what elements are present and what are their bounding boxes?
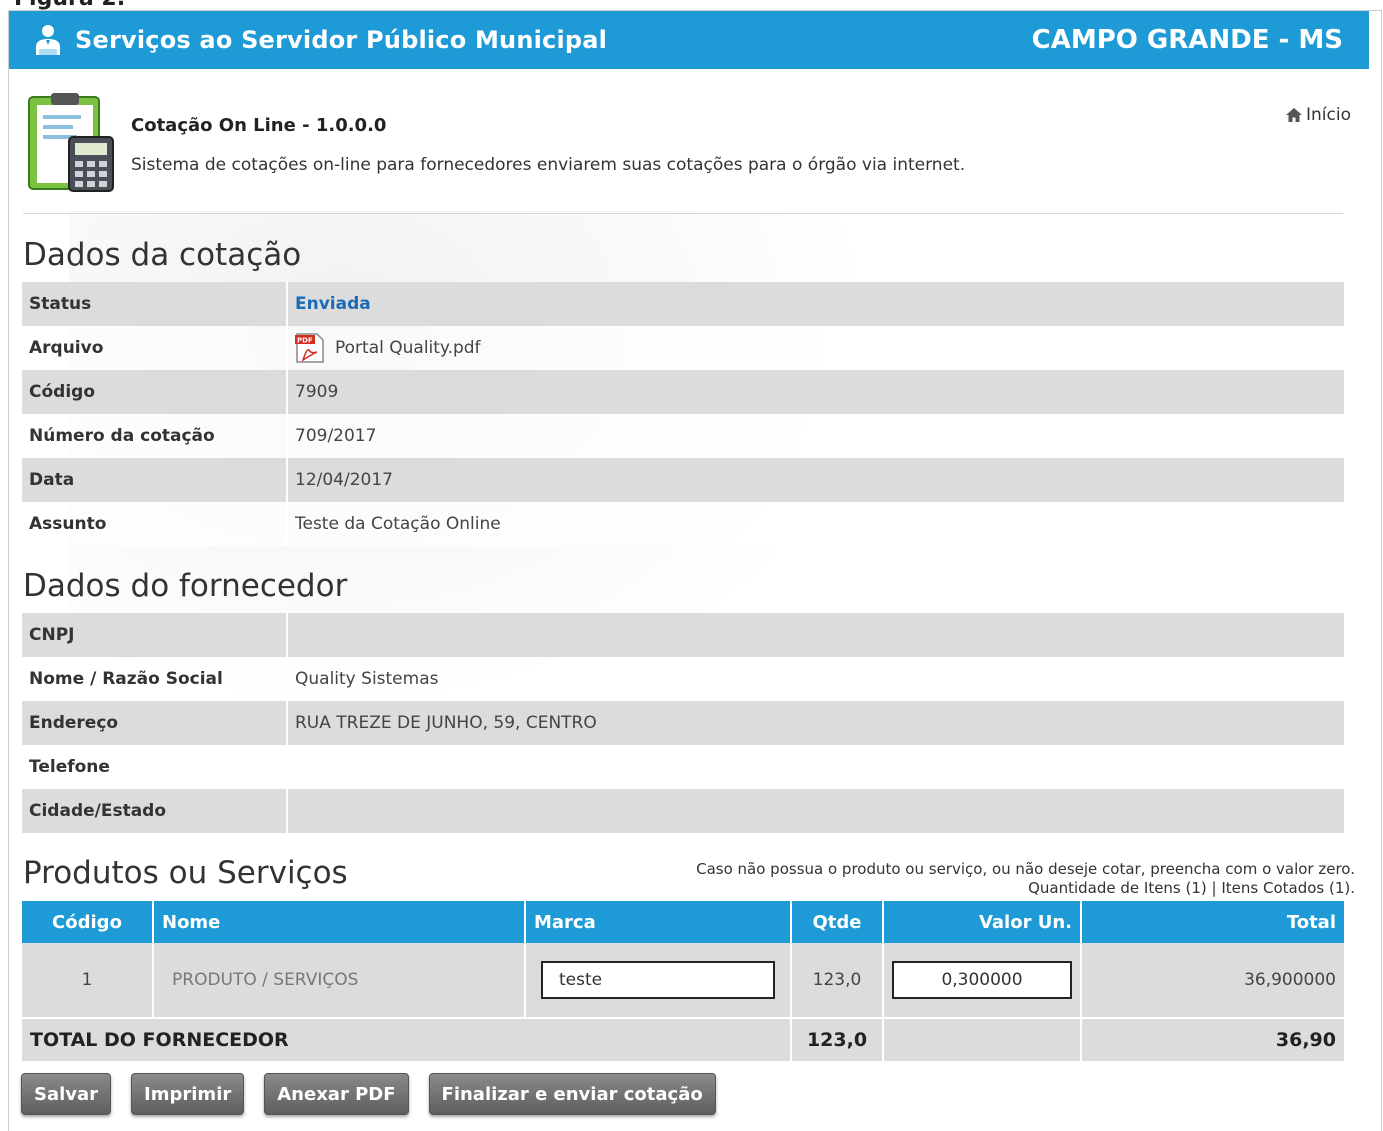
table-row: Código 7909	[22, 370, 1344, 414]
status-value: Enviada	[295, 294, 371, 314]
table-row: Arquivo PDF Portal Quality.pdf	[22, 326, 1344, 370]
total-label: TOTAL DO FORNECEDOR	[22, 1017, 792, 1061]
attach-pdf-button[interactable]: Anexar PDF	[264, 1073, 409, 1115]
table-row: Número da cotação 709/2017	[22, 414, 1344, 458]
column-header-marca: Marca	[525, 901, 792, 943]
section-title-fornecedor: Dados do fornecedor	[23, 568, 348, 604]
item-total: 36,900000	[1081, 943, 1344, 1018]
table-row: 1 PRODUTO / SERVIÇOS 123,0 36,900000	[22, 943, 1344, 1018]
row-value: 709/2017	[287, 414, 1344, 458]
table-row: CNPJ	[22, 613, 1344, 657]
valor-unitario-input[interactable]	[892, 961, 1072, 999]
portal-title: Serviços ao Servidor Público Municipal	[75, 26, 608, 54]
table-row: Endereço RUA TREZE DE JUNHO, 59, CENTRO	[22, 701, 1344, 745]
zero-value-instruction: Caso não possua o produto ou serviço, ou…	[696, 860, 1355, 878]
table-row: Telefone	[22, 745, 1344, 789]
column-header-total: Total	[1081, 901, 1344, 943]
svg-text:PDF: PDF	[297, 337, 313, 345]
row-label: Data	[22, 458, 288, 502]
row-label: Status	[22, 282, 288, 326]
row-label: Assunto	[22, 502, 288, 546]
column-header-nome: Nome	[153, 901, 526, 943]
public-servant-icon	[36, 25, 60, 55]
row-label: Número da cotação	[22, 414, 288, 458]
action-buttons: Salvar Imprimir Anexar PDF Finalizar e e…	[21, 1073, 716, 1115]
item-qtde: 123,0	[791, 943, 884, 1018]
row-label: Endereço	[22, 701, 288, 745]
row-label: CNPJ	[22, 613, 288, 657]
row-value: 12/04/2017	[287, 458, 1344, 502]
cotacao-table: Status Enviada Arquivo PDF Portal Qualit…	[22, 282, 1344, 546]
home-icon	[1286, 108, 1303, 122]
table-row: Status Enviada	[22, 282, 1344, 326]
app-name: Cotação On Line - 1.0.0.0	[131, 115, 387, 136]
save-button[interactable]: Salvar	[21, 1073, 112, 1115]
submit-quotation-button[interactable]: Finalizar e enviar cotação	[428, 1073, 716, 1115]
table-row: Cidade/Estado	[22, 789, 1344, 833]
fornecedor-table: CNPJ Nome / Razão Social Quality Sistema…	[22, 613, 1344, 833]
row-label: Cidade/Estado	[22, 789, 288, 833]
app-description: Sistema de cotações on-line para fornece…	[131, 155, 966, 175]
table-row: Assunto Teste da Cotação Online	[22, 502, 1344, 546]
column-header-codigo: Código	[22, 901, 154, 943]
app-header: Cotação On Line - 1.0.0.0 Sistema de cot…	[23, 91, 1351, 215]
marca-input[interactable]	[541, 961, 775, 999]
total-empty-cell	[883, 1017, 1082, 1061]
row-value	[287, 789, 1344, 833]
top-bar: Serviços ao Servidor Público Municipal C…	[9, 11, 1369, 69]
row-label: Nome / Razão Social	[22, 657, 288, 701]
column-header-qtde: Qtde	[791, 901, 884, 943]
item-nome: PRODUTO / SERVIÇOS	[153, 943, 526, 1018]
quotation-app-icon	[28, 93, 114, 192]
total-valor: 36,90	[1081, 1017, 1344, 1061]
total-row: TOTAL DO FORNECEDOR 123,0 36,90	[22, 1017, 1344, 1061]
table-row: Nome / Razão Social Quality Sistemas	[22, 657, 1344, 701]
page-frame: Serviços ao Servidor Público Municipal C…	[8, 10, 1382, 1131]
products-note: Caso não possua o produto ou serviço, ou…	[696, 860, 1355, 898]
header-divider	[23, 213, 1343, 214]
section-title-cotacao: Dados da cotação	[23, 237, 302, 273]
city-name: CAMPO GRANDE - MS	[1031, 25, 1343, 55]
total-qtde: 123,0	[791, 1017, 884, 1061]
row-label: Telefone	[22, 745, 288, 789]
row-label: Arquivo	[22, 326, 288, 370]
products-table: Código Nome Marca Qtde Valor Un. Total 1…	[22, 901, 1344, 1061]
item-codigo: 1	[22, 943, 154, 1018]
attached-file-link[interactable]: PDF Portal Quality.pdf	[295, 332, 1337, 364]
home-link-label[interactable]: Início	[1306, 105, 1351, 125]
row-value: 7909	[287, 370, 1344, 414]
row-value	[287, 745, 1344, 789]
attached-file-name[interactable]: Portal Quality.pdf	[335, 338, 481, 358]
row-value: Teste da Cotação Online	[287, 502, 1344, 546]
section-title-produtos: Produtos ou Serviços	[23, 855, 348, 891]
table-row: Data 12/04/2017	[22, 458, 1344, 502]
pdf-file-icon: PDF	[295, 333, 324, 363]
row-value	[287, 613, 1344, 657]
print-button[interactable]: Imprimir	[131, 1073, 245, 1115]
row-value: RUA TREZE DE JUNHO, 59, CENTRO	[287, 701, 1344, 745]
row-value: Quality Sistemas	[287, 657, 1344, 701]
items-count: Quantidade de Itens (1) | Itens Cotados …	[1028, 879, 1355, 897]
home-link[interactable]: Início	[1286, 105, 1351, 125]
column-header-valor-un: Valor Un.	[883, 901, 1082, 943]
row-label: Código	[22, 370, 288, 414]
table-header-row: Código Nome Marca Qtde Valor Un. Total	[22, 901, 1344, 943]
